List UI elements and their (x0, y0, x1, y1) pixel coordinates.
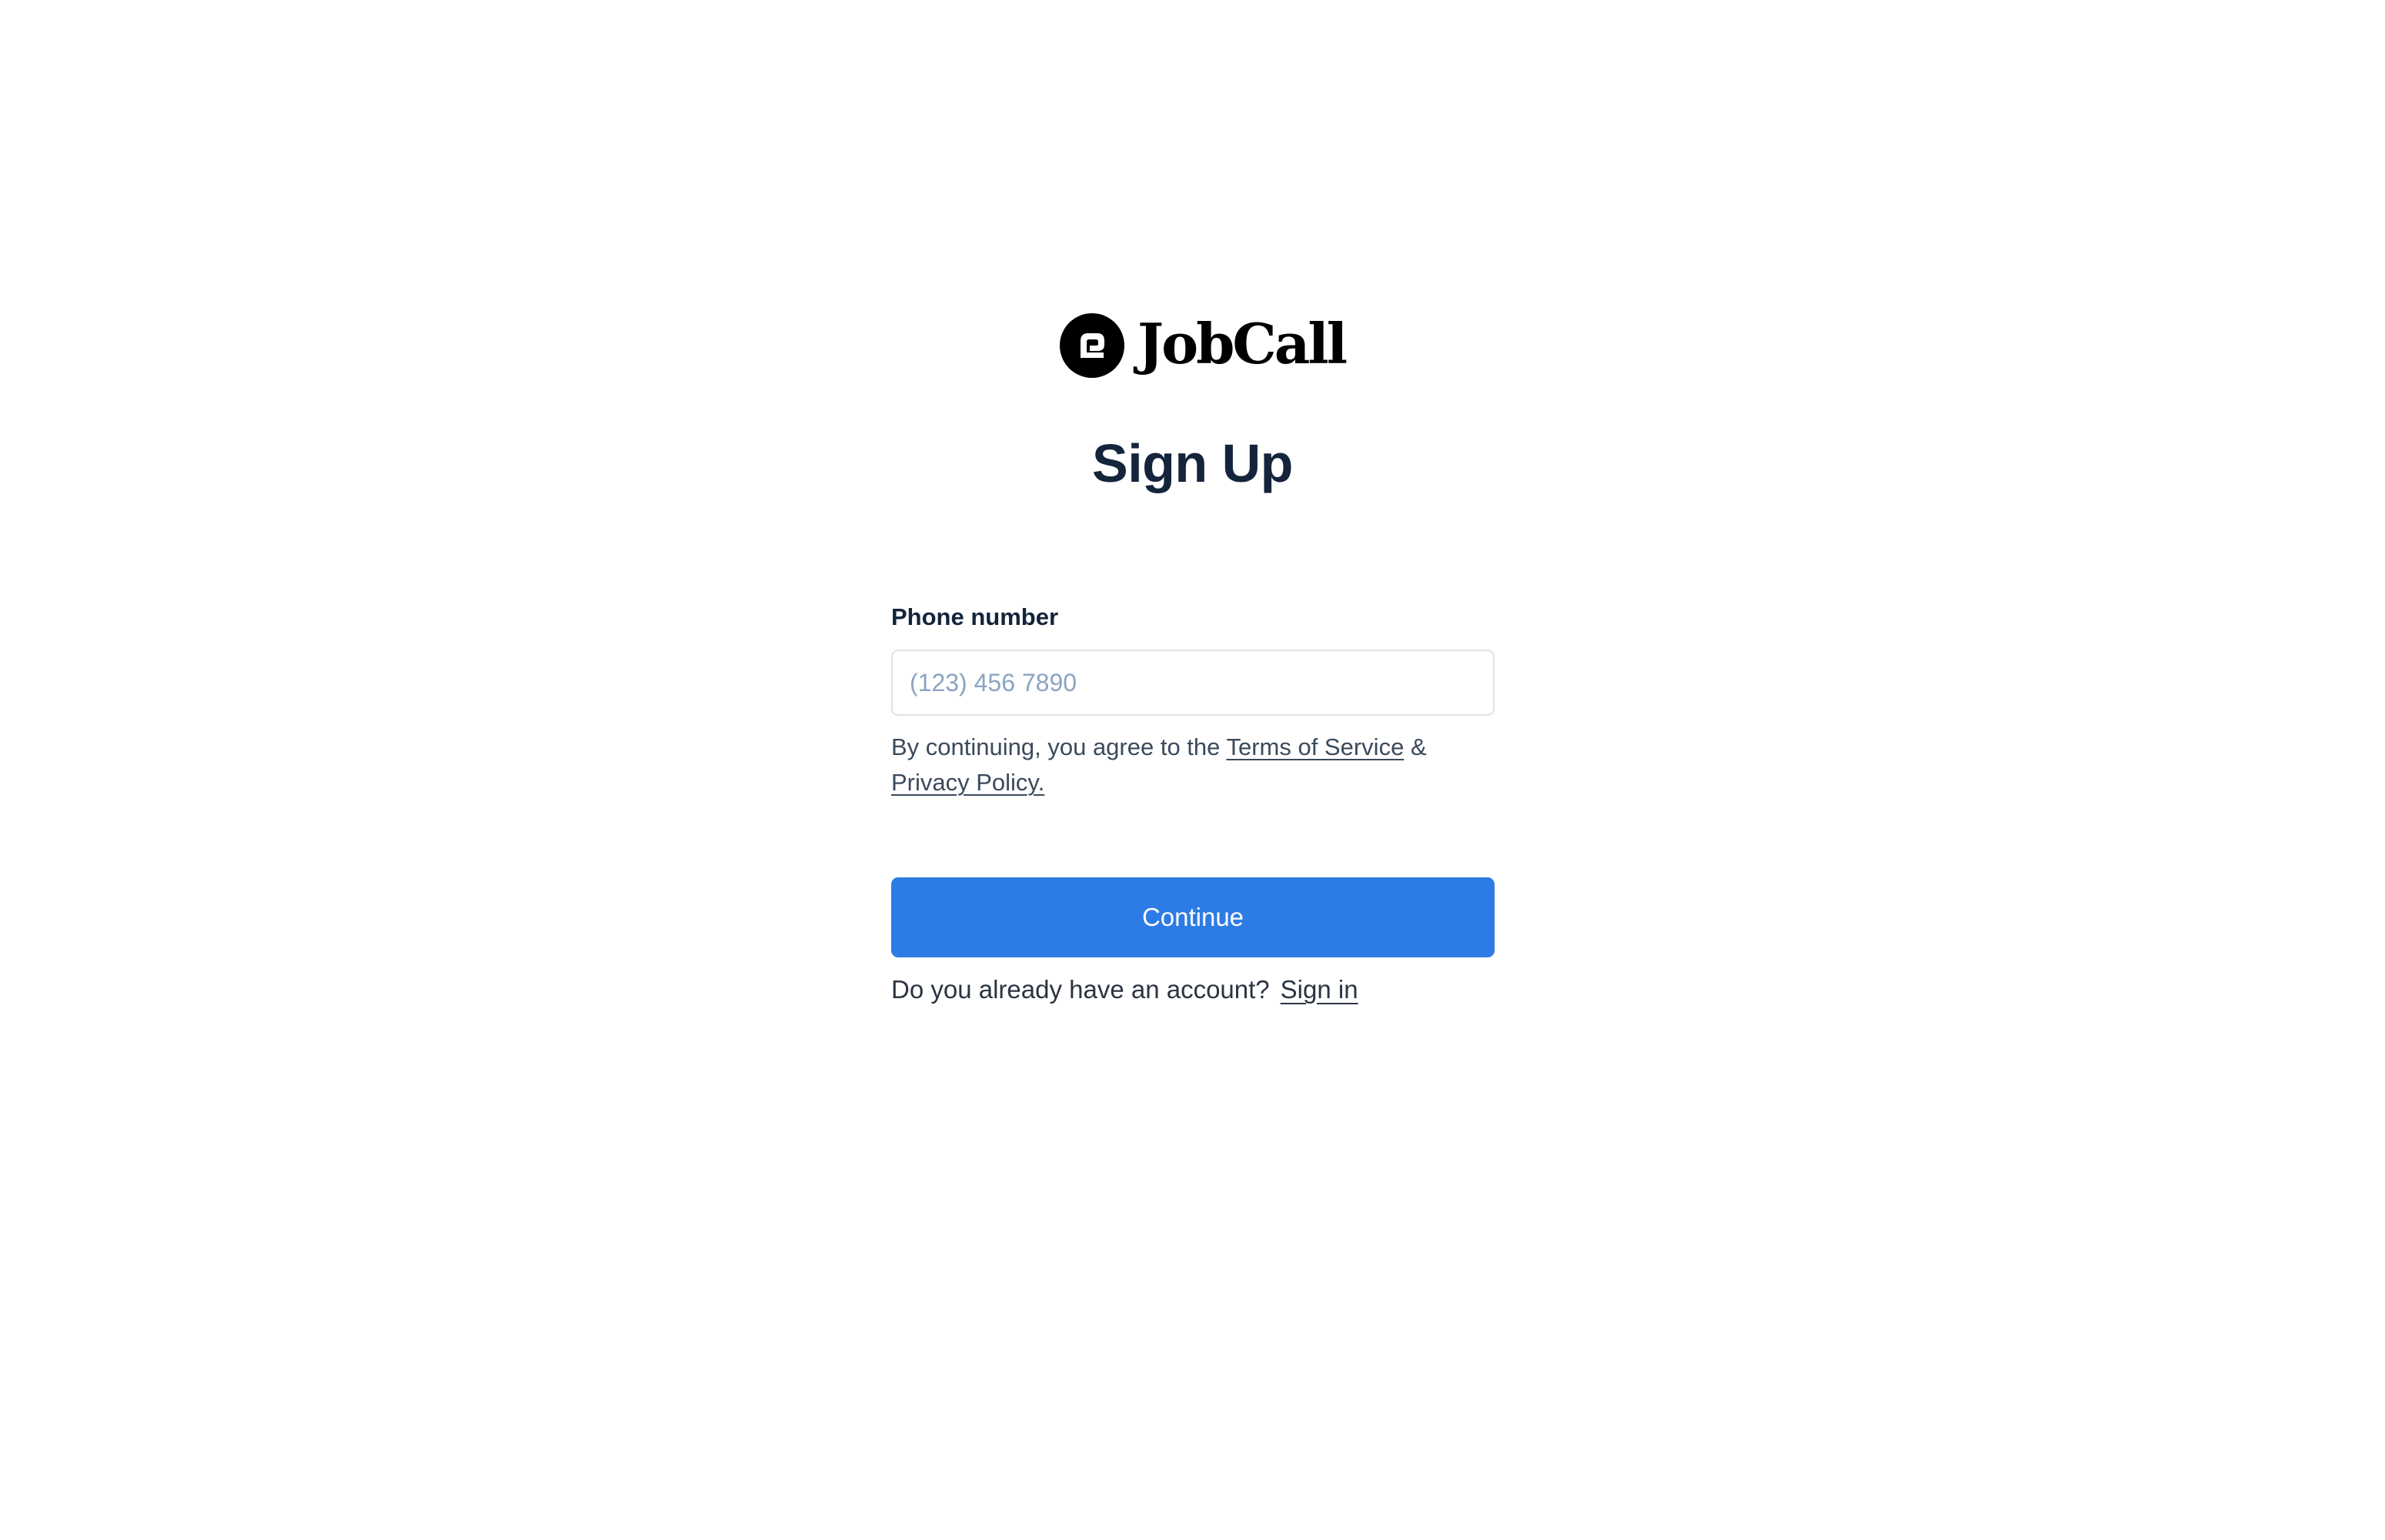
signup-form: Phone number By continuing, you agree to… (891, 602, 1495, 1008)
signin-prompt: Do you already have an account? (891, 975, 1270, 1004)
signup-page: JobCall Sign Up Phone number By continui… (0, 0, 2385, 1540)
privacy-policy-link[interactable]: Privacy Policy. (891, 769, 1044, 796)
phone-number-input[interactable] (891, 650, 1495, 716)
terms-of-service-link[interactable]: Terms of Service (1226, 733, 1404, 760)
phone-number-label: Phone number (891, 603, 1059, 630)
page-title: Sign Up (1092, 433, 1293, 493)
jobcall-logo-icon (1060, 313, 1124, 378)
continue-button[interactable]: Continue (891, 877, 1495, 957)
terms-prefix: By continuing, you agree to the (891, 733, 1221, 760)
terms-notice: By continuing, you agree to the Terms of… (891, 730, 1495, 800)
sign-in-link[interactable]: Sign in (1281, 975, 1358, 1004)
terms-joiner: & (1410, 733, 1427, 760)
brand-name: JobCall (1137, 311, 1348, 376)
signin-prompt-row: Do you already have an account? Sign in (891, 971, 1495, 1008)
brand-logo: JobCall (1060, 311, 1348, 378)
